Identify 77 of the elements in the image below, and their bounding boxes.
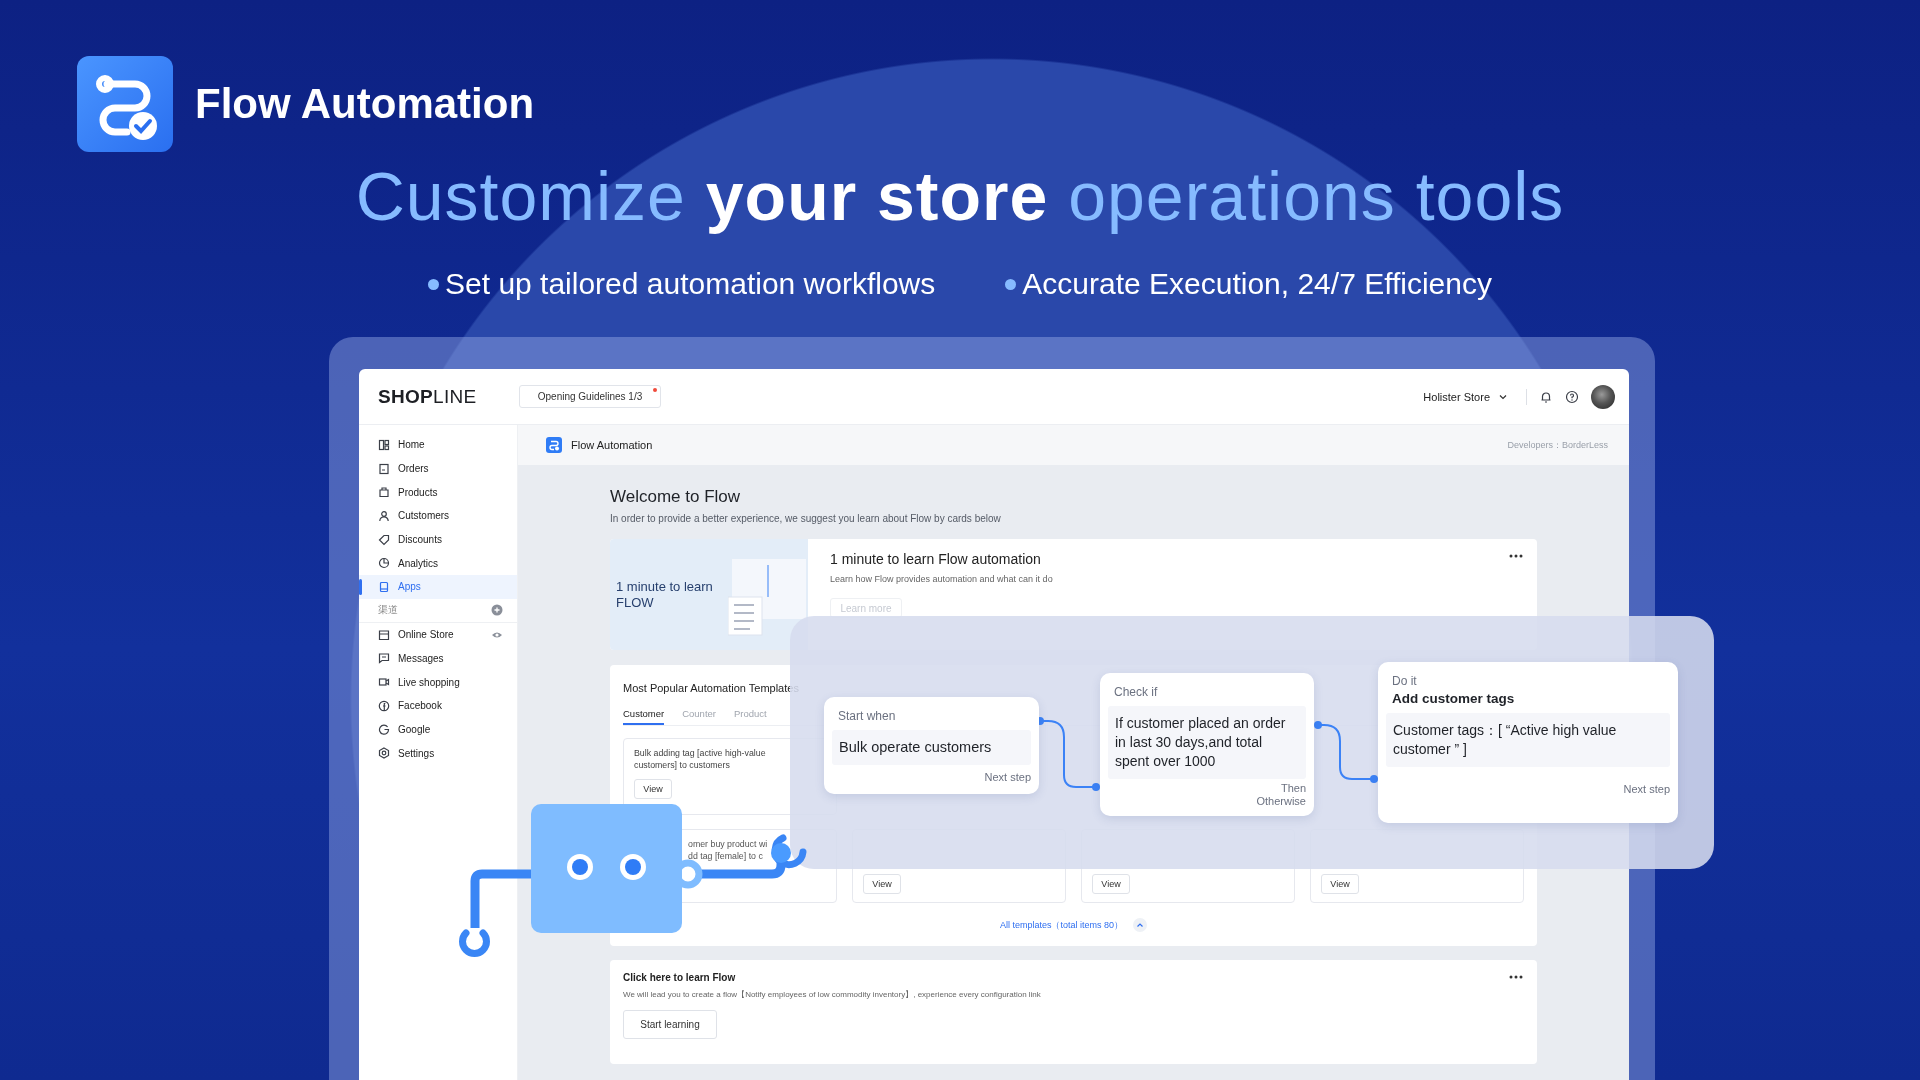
headline: Customize your store operations tools bbox=[355, 157, 1565, 236]
gear-icon bbox=[378, 747, 390, 760]
nav-item[interactable]: Orders bbox=[359, 456, 517, 481]
step-link[interactable]: Otherwise bbox=[1256, 795, 1306, 808]
step-label: Do it bbox=[1391, 674, 1418, 688]
person-icon bbox=[378, 509, 390, 522]
step-body: Bulk operate customers bbox=[832, 730, 1031, 765]
step-link[interactable]: Then bbox=[1280, 782, 1306, 795]
thumbnail-caption: 1 minute to learn FLOW bbox=[615, 578, 713, 611]
nav-item[interactable]: Live shopping bbox=[359, 670, 517, 694]
brand-title: Flow Automation bbox=[195, 80, 535, 128]
card-description: We will lead you to create a flow【Notify employees of low commodity inventory】, experience every configuration link bbox=[623, 989, 1042, 1000]
view-button[interactable]: View bbox=[634, 779, 672, 799]
card-description: Learn how Flow provides automation and what can it do bbox=[830, 574, 1053, 584]
tag-icon bbox=[378, 533, 390, 546]
more-icon[interactable] bbox=[1509, 975, 1523, 979]
bullet-icon bbox=[1005, 278, 1017, 290]
nav-item[interactable]: Google bbox=[359, 717, 517, 742]
bullet-icon bbox=[428, 278, 439, 290]
step-link[interactable]: Next step bbox=[1623, 783, 1670, 796]
video-camera-icon bbox=[378, 676, 390, 689]
step-link[interactable]: Next step bbox=[984, 771, 1031, 784]
google-icon bbox=[378, 723, 390, 736]
nav-item[interactable]: Products bbox=[359, 480, 517, 505]
pie-chart-icon bbox=[378, 557, 390, 570]
bag-icon bbox=[378, 486, 390, 499]
card-title: 1 minute to learn Flow automation bbox=[830, 551, 1042, 567]
view-button[interactable]: View bbox=[1092, 874, 1130, 894]
bullet-text: Set up tailored automation workflows bbox=[445, 266, 936, 302]
start-learning-button[interactable]: Start learning bbox=[623, 1010, 717, 1039]
welcome-subtitle: In order to provide a better experience, we suggest you learn about Flow by cards below bbox=[610, 512, 1002, 526]
grid-icon bbox=[378, 438, 390, 451]
help-icon[interactable] bbox=[1565, 389, 1579, 404]
nav-item[interactable]: Analytics bbox=[359, 551, 517, 576]
welcome-title: Welcome to Flow bbox=[610, 486, 742, 508]
guide-button[interactable]: Opening Guidelines 1/3 bbox=[519, 385, 661, 408]
all-templates-link[interactable]: All templates（total items 80） bbox=[999, 918, 1123, 932]
tablet-icon bbox=[378, 580, 390, 593]
app-icon bbox=[546, 437, 562, 453]
store-icon bbox=[378, 628, 390, 641]
bullet-text: Accurate Execution, 24/7 Efficiency bbox=[1022, 266, 1492, 302]
template-description: omer buy product wi dd tag [female] to c bbox=[688, 838, 768, 862]
view-button[interactable]: View bbox=[1321, 874, 1359, 894]
more-icon[interactable] bbox=[1509, 554, 1523, 558]
facebook-icon bbox=[378, 699, 390, 712]
tab[interactable]: Customer bbox=[623, 705, 665, 725]
step-label: Start when bbox=[837, 709, 897, 723]
bell-icon[interactable] bbox=[1539, 389, 1553, 404]
section-label: 渠道 bbox=[378, 603, 398, 618]
nav-item[interactable]: Online Store bbox=[359, 622, 517, 647]
card-title: Click here to learn Flow bbox=[623, 972, 736, 983]
developer-credit: Developers：BorderLess bbox=[1507, 438, 1608, 452]
step-body: Customer tags：[ “Active high value customer ” ] bbox=[1386, 713, 1670, 767]
plus-icon[interactable] bbox=[491, 604, 503, 617]
document-icon bbox=[378, 462, 390, 475]
nav-item[interactable]: Apps bbox=[359, 575, 517, 599]
store-logo: SHOPLINE bbox=[378, 385, 478, 408]
avatar[interactable] bbox=[1591, 384, 1615, 409]
view-button[interactable]: View bbox=[863, 874, 901, 894]
nav-item[interactable]: Discounts bbox=[359, 527, 517, 552]
template-description: Bulk adding tag [active high-value customers] to customers bbox=[634, 747, 766, 771]
nav-item[interactable]: Cutstomers bbox=[359, 504, 517, 528]
nav-item[interactable]: Home bbox=[359, 433, 517, 457]
nav-item[interactable]: Messages bbox=[359, 646, 517, 671]
logo-icon bbox=[77, 56, 173, 152]
step-title: Add customer tags bbox=[1391, 691, 1516, 706]
step-card[interactable]: Start when Bulk operate customers Next step bbox=[824, 697, 1039, 794]
nav-item[interactable]: Facebook bbox=[359, 693, 517, 718]
connector-line bbox=[1314, 721, 1378, 783]
step-label: Check if bbox=[1113, 685, 1159, 699]
step-body: If customer placed an order in last 30 days,and total spent over 1000 bbox=[1108, 706, 1306, 779]
chat-icon bbox=[378, 652, 390, 665]
step-card[interactable]: Check if If customer placed an order in last 30 days,and total spent over 1000 Then Otherwise bbox=[1100, 673, 1314, 816]
step-card[interactable]: Do it Add customer tags Customer tags：[ “Active high value customer ” ] Next step bbox=[1378, 662, 1678, 823]
page-title: Flow Automation bbox=[571, 439, 653, 451]
store-selector[interactable]: Holister Store bbox=[1419, 388, 1512, 405]
nav-item[interactable]: Settings bbox=[359, 741, 517, 765]
